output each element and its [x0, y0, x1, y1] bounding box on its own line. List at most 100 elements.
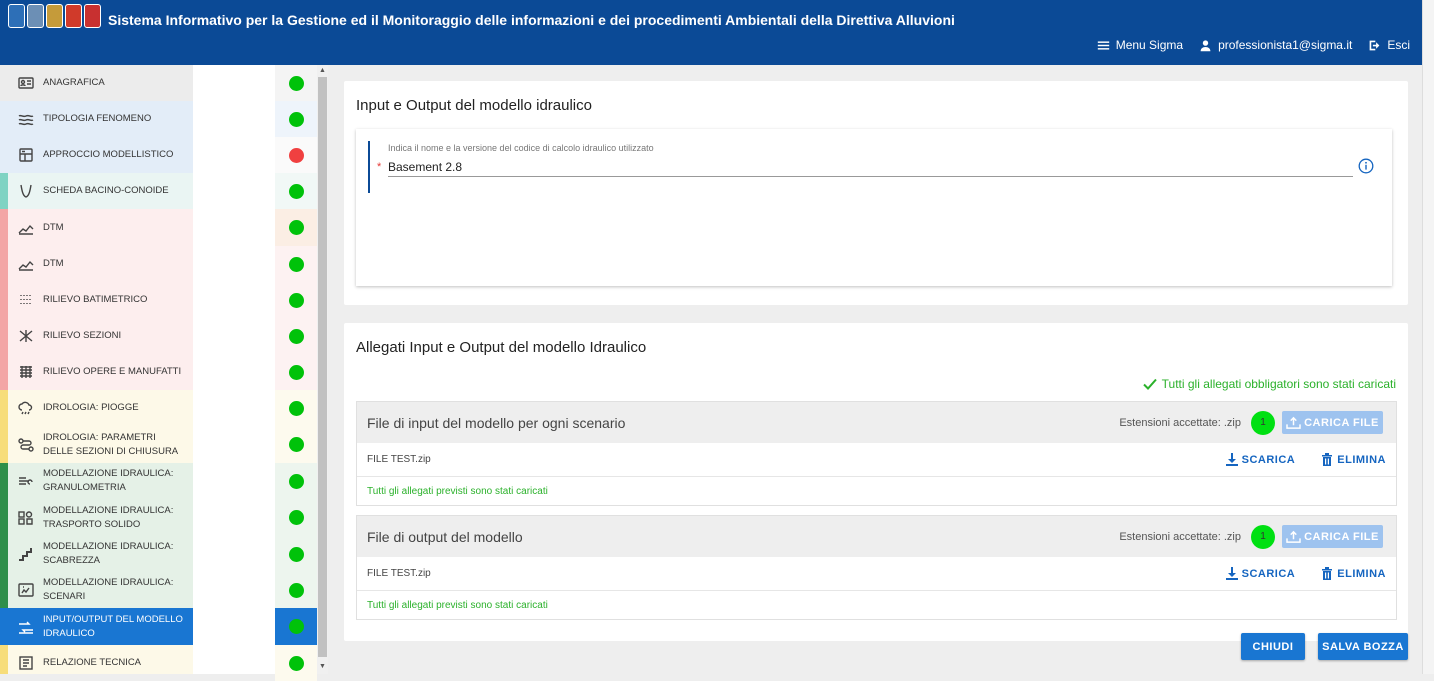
delete-button[interactable]: Elimina	[1321, 567, 1386, 580]
model-code-input[interactable]	[388, 157, 1353, 177]
sidebar-item-label: APPROCCIO MODELLISTICO	[43, 149, 174, 160]
institution-logo	[65, 4, 82, 28]
status-cell	[275, 390, 317, 426]
save-draft-button[interactable]: Salva bozza	[1318, 633, 1408, 660]
sidebar-item-rilievo-batimetrico[interactable]: RILIEVO BATIMETRICO	[0, 282, 193, 318]
user-account-button[interactable]: professionista1@sigma.it	[1199, 38, 1352, 52]
attachments-card: Allegati Input e Output del modello Idra…	[344, 323, 1408, 641]
status-complete-dot	[288, 75, 304, 91]
sidebar-item-scheda-bacino-conoide[interactable]: SCHEDA BACINO-CONOIDE	[0, 173, 193, 209]
status-complete-dot	[288, 437, 304, 452]
sidebar-item-modellazione-idraulica-trasporto-solido[interactable]: MODELLAZIONE IDRAULICA: TRASPORTO SOLIDO	[0, 499, 193, 536]
status-complete-dot	[288, 473, 304, 489]
sidebar-item-label: MODELLAZIONE IDRAULICA: TRASPORTO SOLIDO	[43, 504, 174, 530]
sidebar-item-dtm[interactable]: DTM	[0, 246, 193, 282]
sidebar-scrollbar[interactable]: ▲ ▼	[317, 65, 328, 674]
menu-sigma-button[interactable]: Menu Sigma	[1097, 38, 1183, 52]
sidebar-item-anagrafica[interactable]: ANAGRAFICA	[0, 65, 193, 101]
status-complete-dot	[288, 364, 304, 380]
upload-file-button[interactable]: Carica file	[1282, 411, 1383, 434]
logout-label: Esci	[1387, 38, 1410, 52]
file-count-badge: 1	[1251, 524, 1275, 549]
sidebar-item-label: IDROLOGIA: PIOGGE	[43, 402, 139, 413]
sidebar-item-modellazione-idraulica-scabrezza[interactable]: MODELLAZIONE IDRAULICA: SCABREZZA	[0, 536, 193, 572]
institution-logo	[8, 4, 25, 28]
sidebar-item-modellazione-idraulica-granulometria[interactable]: MODELLAZIONE IDRAULICA: GRANULOMETRIA	[0, 463, 193, 499]
page-scrollbar[interactable]	[1422, 0, 1434, 674]
status-cell	[275, 572, 317, 608]
status-cell	[275, 282, 317, 318]
input-output-icon	[16, 619, 36, 635]
sidebar-nav: ANAGRAFICA TIPOLOGIA FENOMENO APPROCCIO MO…	[0, 65, 193, 674]
download-button[interactable]: Scarica	[1225, 453, 1296, 466]
status-complete-dot	[288, 111, 304, 127]
status-column	[275, 65, 317, 681]
model-code-field-label: Indica il nome e la versione del codice …	[388, 143, 654, 153]
sidebar-item-label: RILIEVO SEZIONI	[43, 330, 122, 341]
status-cell	[275, 645, 317, 681]
logout-button[interactable]: Esci	[1368, 38, 1410, 52]
sidebar-item-input-output-del-modello-idraulico[interactable]: INPUT/OUTPUT DEL MODELLO IDRAULICO	[0, 608, 193, 645]
required-marker: *	[377, 161, 382, 173]
status-cell	[275, 101, 317, 137]
download-icon	[1225, 453, 1238, 466]
status-cell	[275, 608, 317, 645]
sidebar-item-tipologia-fenomeno[interactable]: TIPOLOGIA FENOMENO	[0, 101, 193, 137]
model-code-field-panel: * Indica il nome e la versione del codic…	[356, 129, 1392, 286]
status-cell	[275, 536, 317, 572]
sidebar-item-label: DTM	[43, 221, 64, 233]
sidebar-item-rilievo-sezioni[interactable]: RILIEVO SEZIONI	[0, 318, 193, 354]
status-complete-dot	[288, 256, 304, 272]
model-code-card: Input e Output del modello idraulico * I…	[344, 81, 1408, 305]
info-icon[interactable]	[1358, 158, 1374, 174]
logout-icon	[1369, 40, 1380, 50]
status-cell	[275, 426, 317, 463]
sidebar-item-label: TIPOLOGIA FENOMENO	[43, 113, 152, 124]
scroll-down-arrow-icon[interactable]: ▼	[319, 663, 326, 670]
download-button[interactable]: Scarica	[1225, 567, 1296, 580]
institution-logo	[46, 4, 63, 28]
sidebar-item-idrologia-parametri-delle-sezioni-di-chiusura[interactable]: IDROLOGIA: PARAMETRI DELLE SEZIONI DI CH…	[0, 426, 193, 463]
sidebar-item-label: SCHEDA BACINO-CONOIDE	[43, 185, 169, 196]
sidebar-item-label: ANAGRAFICA	[43, 77, 105, 88]
user-email: professionista1@sigma.it	[1218, 38, 1353, 52]
scenario-icon	[16, 582, 36, 598]
upload-icon	[1286, 530, 1301, 543]
download-icon	[1225, 567, 1238, 580]
dots-grid-icon	[16, 292, 36, 308]
sidebar-item-label: RILIEVO OPERE E MANUFATTI	[43, 366, 182, 377]
institution-logo	[84, 4, 101, 28]
user-icon	[1200, 39, 1211, 51]
shapes-icon	[16, 510, 36, 526]
sidebar-item-rilievo-opere-e-manufatti[interactable]: RILIEVO OPERE E MANUFATTI	[0, 354, 193, 390]
id-card-icon	[16, 75, 36, 91]
hamburger-menu-icon	[1097, 40, 1109, 50]
status-cell	[275, 318, 317, 354]
sidebar-item-label: MODELLAZIONE IDRAULICA: SCABREZZA	[43, 541, 174, 566]
sidebar-item-modellazione-idraulica-scenari[interactable]: MODELLAZIONE IDRAULICA: SCENARI	[0, 572, 193, 608]
valley-icon	[16, 183, 36, 199]
file-name: FILE TEST.zip	[367, 454, 431, 465]
sidebar-item-relazione-tecnica[interactable]: RELAZIONE TECNICA	[0, 645, 193, 674]
sidebar-item-approccio-modellistico[interactable]: APPROCCIO MODELLISTICO	[0, 137, 193, 173]
close-button[interactable]: Chiudi	[1241, 633, 1305, 660]
all-attachments-ok-text: Tutti gli allegati obbligatori sono stat…	[1161, 377, 1396, 391]
upload-file-button[interactable]: Carica file	[1282, 525, 1383, 548]
stairs-icon	[16, 546, 36, 562]
status-cell	[275, 173, 317, 209]
sidebar-item-label: RILIEVO BATIMETRICO	[43, 294, 148, 305]
sidebar-item-dtm[interactable]: DTM	[0, 209, 193, 246]
field-accent-bar	[368, 141, 370, 193]
status-complete-dot	[288, 655, 304, 671]
sidebar-item-label: MODELLAZIONE IDRAULICA: GRANULOMETRIA	[43, 468, 174, 493]
scroll-up-arrow-icon[interactable]: ▲	[319, 67, 326, 74]
app-title: Sistema Informativo per la Gestione ed i…	[108, 12, 955, 28]
app-header: Sistema Informativo per la Gestione ed i…	[0, 0, 1422, 65]
section-status-text: Tutti gli allegati previsti sono stati c…	[367, 599, 548, 611]
sidebar-item-idrologia-piogge[interactable]: IDROLOGIA: PIOGGE	[0, 390, 193, 426]
sidebar-scroll-thumb[interactable]	[318, 77, 327, 657]
delete-button[interactable]: Elimina	[1321, 453, 1386, 466]
trash-icon	[1322, 567, 1333, 580]
file-section-title: File di output del modello	[367, 528, 523, 545]
status-complete-dot	[288, 220, 304, 235]
